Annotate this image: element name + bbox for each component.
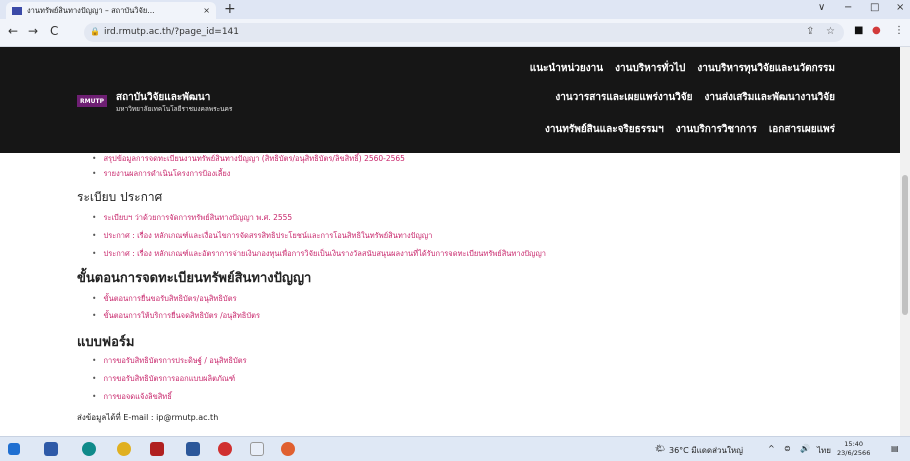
site-title[interactable]: สถาบันวิจัยและพัฒนา — [116, 90, 210, 105]
menu-academic-service[interactable]: งานบริการวิชาการ — [676, 122, 757, 137]
menu-journal[interactable]: งานวารสารและเผยแพร่งานวิจัย — [555, 90, 692, 105]
tab-close-icon[interactable]: × — [203, 6, 210, 15]
reload-icon[interactable]: C — [50, 24, 58, 38]
edge-icon[interactable] — [82, 442, 96, 456]
list-item[interactable]: ประกาศ : เรื่อง หลักเกณฑ์และเงื่อนไขการจ… — [92, 230, 432, 242]
menu-ip-ethics[interactable]: งานทรัพย์สินและจริยธรรมฯ — [545, 122, 664, 137]
list-item[interactable]: รายงานผลการดำเนินโครงการป้องเลี้ยง — [92, 168, 230, 180]
acrobat-icon[interactable] — [150, 442, 164, 456]
language-indicator[interactable]: ไทย — [817, 444, 831, 457]
site-subtitle: มหาวิทยาลัยเทคโนโลยีราชมงคลพระนคร — [116, 105, 233, 113]
clock-time: 15:40 — [844, 440, 864, 448]
contact-email: ส่งข้อมูลได้ที่ E-mail : ip@rmutp.ac.th — [77, 413, 219, 422]
list-item[interactable]: ขั้นตอนการยื่นขอรับสิทธิบัตร/อนุสิทธิบัต… — [92, 293, 236, 305]
tab-search-icon[interactable]: ∨ — [818, 2, 825, 13]
tab-title: งานทรัพย์สินทางปัญญา – สถาบันวิจัย... — [27, 5, 155, 15]
rmutp-logo[interactable]: RMUTP — [77, 95, 107, 107]
url-text: ird.rmutp.ac.th/?page_id=141 — [104, 27, 240, 37]
close-window-button[interactable]: × — [896, 2, 904, 13]
page-scrollbar[interactable] — [900, 47, 910, 436]
list-item[interactable]: ระเบียบฯ ว่าด้วยการจัดการทรัพย์สินทางปัญ… — [92, 212, 292, 224]
browser-tab-strip: งานทรัพย์สินทางปัญญา – สถาบันวิจัย... × … — [0, 0, 910, 19]
back-icon[interactable]: ← — [8, 24, 18, 38]
profile-icon[interactable]: ● — [872, 25, 881, 36]
os-taskbar: 🌤 36°C มีแดดส่วนใหญ่ ^ ⊜ 🔊 ไทย 15:40 23/… — [0, 436, 910, 461]
chrome-icon[interactable] — [117, 442, 131, 456]
main-menu-row-3: งานทรัพย์สินและจริยธรรมฯ งานบริการวิชากา… — [545, 122, 835, 137]
vivaldi-icon[interactable] — [218, 442, 232, 456]
page-content: สรุปข้อมูลการจดทะเบียนงานทรัพย์สินทางปัญ… — [0, 153, 900, 436]
menu-general-admin[interactable]: งานบริหารทั่วไป — [615, 61, 685, 76]
main-menu-row-2: งานวารสารและเผยแพร่งานวิจัย งานส่งเสริมแ… — [555, 90, 835, 105]
share-icon[interactable]: ⇪ — [806, 26, 814, 37]
address-bar[interactable]: 🔒 ird.rmutp.ac.th/?page_id=141 ⇪ ☆ — [84, 23, 844, 42]
menu-about[interactable]: แนะนำหน่วยงาน — [530, 61, 603, 76]
favicon-icon — [12, 6, 22, 15]
list-item[interactable]: ขั้นตอนการให้บริการยื่นจดสิทธิบัตร /อนุส… — [92, 310, 260, 322]
scrollbar-thumb[interactable] — [902, 175, 908, 315]
menu-research-funding[interactable]: งานบริหารทุนวิจัยและนวัตกรรม — [697, 61, 835, 76]
weather-icon[interactable]: 🌤 — [655, 444, 665, 453]
procedure-heading: ขั้นตอนการจดทะเบียนทรัพย์สินทางปัญญา — [77, 271, 312, 286]
tray-chevron-icon[interactable]: ^ — [768, 444, 775, 453]
browser-tab[interactable]: งานทรัพย์สินทางปัญญา – สถาบันวิจัย... × — [6, 2, 216, 19]
maximize-button[interactable]: □ — [870, 2, 879, 13]
lock-icon[interactable]: 🔒 — [90, 27, 100, 36]
site-header: RMUTP สถาบันวิจัยและพัฒนา มหาวิทยาลัยเทค… — [0, 47, 910, 153]
menu-research-promotion[interactable]: งานส่งเสริมและพัฒนางานวิจัย — [705, 90, 836, 105]
menu-kebab-icon[interactable]: ⋮ — [894, 25, 904, 36]
minimize-button[interactable]: − — [844, 2, 852, 13]
start-menu-icon[interactable] — [8, 443, 20, 455]
bookmark-star-icon[interactable]: ☆ — [826, 26, 835, 37]
taskview-icon[interactable] — [44, 442, 58, 456]
notification-icon[interactable]: ▤ — [891, 444, 899, 453]
browser-toolbar: ← → C 🔒 ird.rmutp.ac.th/?page_id=141 ⇪ ☆… — [0, 19, 910, 47]
main-menu-row-1: แนะนำหน่วยงาน งานบริหารทั่วไป งานบริหารท… — [530, 61, 835, 76]
forms-heading: แบบฟอร์ม — [77, 335, 135, 350]
new-tab-button[interactable]: + — [224, 1, 236, 17]
network-icon[interactable]: ⊜ — [784, 444, 791, 453]
list-item[interactable]: การขอรับสิทธิบัตรการออกแบบผลิตภัณฑ์ — [92, 373, 235, 385]
volume-icon[interactable]: 🔊 — [800, 444, 810, 453]
file-icon[interactable] — [250, 442, 264, 456]
clock-date: 23/6/2566 — [837, 449, 871, 457]
list-item[interactable]: ประกาศ : เรื่อง หลักเกณฑ์และอัตราการจ่าย… — [92, 248, 546, 260]
menu-publications[interactable]: เอกสารเผยแพร่ — [769, 122, 835, 137]
weather-text[interactable]: 36°C มีแดดส่วนใหญ่ — [669, 444, 743, 457]
rules-heading: ระเบียบ ประกาศ — [77, 190, 163, 204]
app-icon[interactable] — [281, 442, 295, 456]
system-clock[interactable]: 15:40 23/6/2566 — [837, 440, 870, 458]
word-icon[interactable] — [186, 442, 200, 456]
list-item[interactable]: สรุปข้อมูลการจดทะเบียนงานทรัพย์สินทางปัญ… — [92, 153, 405, 165]
list-item[interactable]: การขอรับสิทธิบัตรการประดิษฐ์ / อนุสิทธิบ… — [92, 355, 246, 367]
forward-icon[interactable]: → — [28, 24, 38, 38]
sidebar-icon[interactable]: ■ — [854, 25, 863, 36]
list-item[interactable]: การขอจดแจ้งลิขสิทธิ์ — [92, 391, 171, 403]
